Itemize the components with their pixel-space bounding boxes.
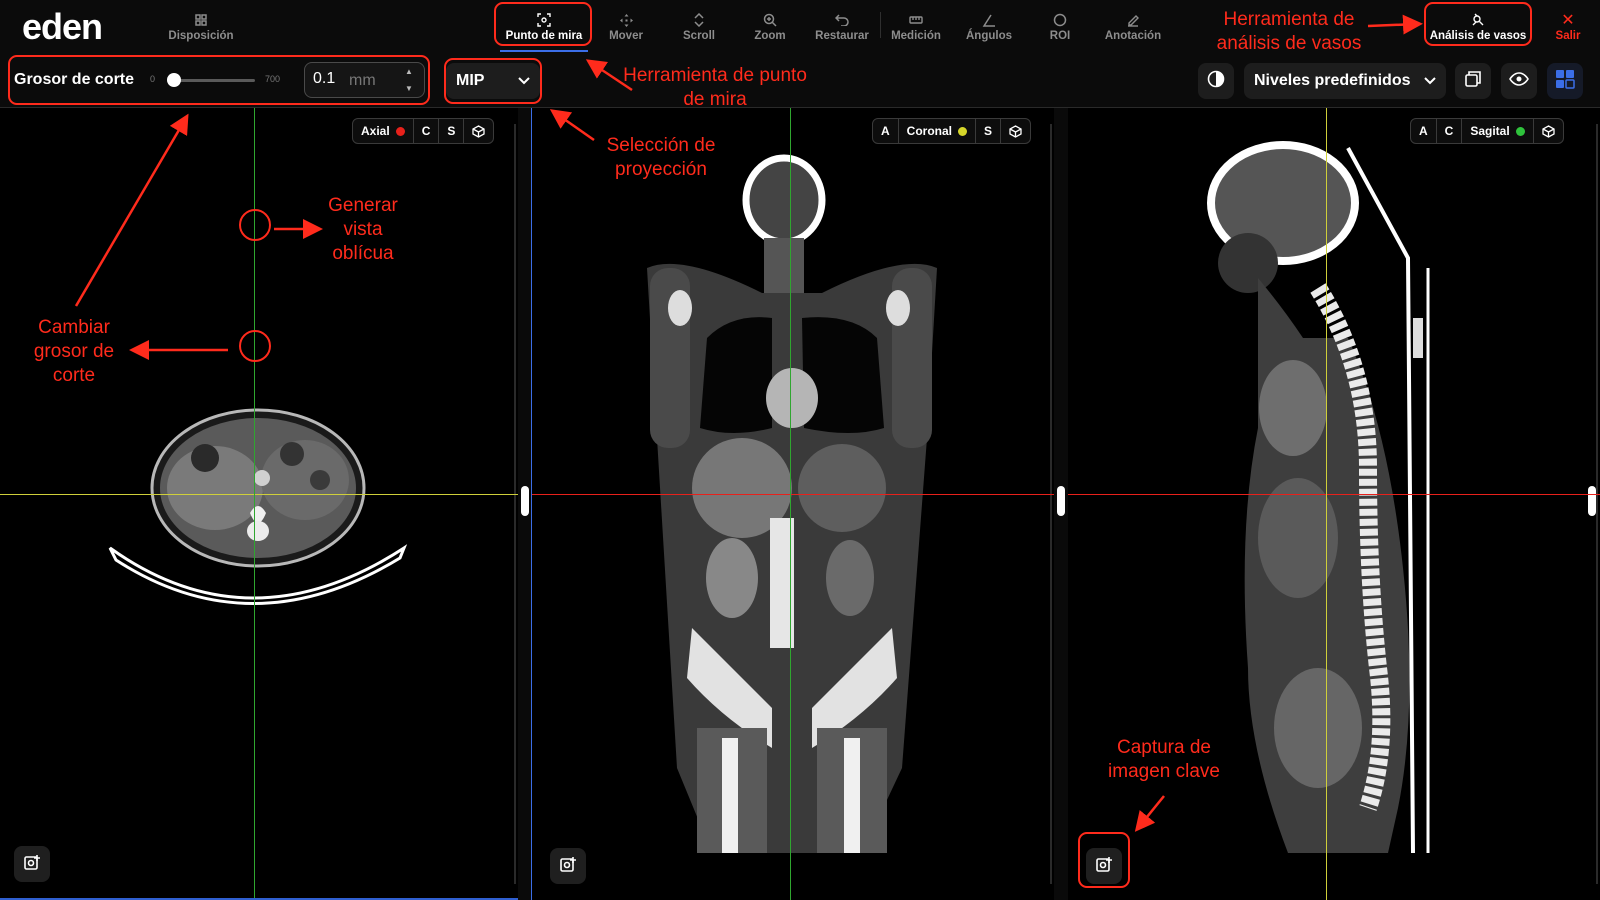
thickness-handle[interactable]: [239, 330, 271, 362]
vessel-tool-annotation: Herramienta de análisis de vasos: [1216, 9, 1362, 54]
circle-roi-icon: [1053, 10, 1067, 30]
sagittal-switch[interactable]: S: [976, 119, 1002, 143]
3d-cube-icon[interactable]: [464, 119, 493, 143]
ruler-icon: [909, 10, 923, 30]
projection-select-annotation: Selección de proyección: [606, 135, 716, 180]
presets-value: Niveles predefinidos: [1254, 72, 1411, 89]
roi-label: ROI: [1049, 30, 1071, 42]
projection-select-highlight: [444, 58, 542, 104]
visibility-toggle-button[interactable]: [1501, 63, 1537, 99]
grid-icon: [195, 10, 207, 30]
thickness-control-highlight: [8, 55, 430, 105]
coronal-viewport[interactable]: A Coronal S: [532, 108, 1054, 900]
axial-label[interactable]: Axial: [353, 119, 414, 143]
key-image-annotation: Captura de imagen clave: [1108, 737, 1220, 782]
coronal-label[interactable]: Coronal: [899, 119, 977, 143]
measure-tool-button[interactable]: Medición: [888, 4, 944, 50]
axial-horizontal-crosshair[interactable]: [0, 494, 518, 495]
scroll-label: Scroll: [683, 30, 715, 42]
sagittal-orientation-labels: A C Sagital: [1410, 118, 1564, 144]
angles-tool-button[interactable]: Ángulos: [964, 4, 1014, 50]
key-image-highlight: [1078, 832, 1130, 888]
oblique-view-annotation: Generar vista oblícua: [328, 195, 398, 264]
pencil-icon: [1126, 10, 1140, 30]
sagittal-vertical-crosshair[interactable]: [1326, 108, 1327, 900]
window-presets-select[interactable]: Niveles predefinidos: [1244, 63, 1446, 99]
scroll-tool-button[interactable]: Scroll: [676, 4, 722, 50]
axial-switch[interactable]: A: [873, 119, 899, 143]
change-thickness-annotation: Cambiar grosor de corte: [33, 317, 115, 386]
divider-handle[interactable]: [1057, 486, 1065, 516]
roi-tool-button[interactable]: ROI: [1048, 4, 1072, 50]
angles-label: Ángulos: [966, 30, 1012, 42]
exit-button[interactable]: ✕ Salir: [1552, 4, 1584, 50]
layout-grid-button[interactable]: [1547, 63, 1583, 99]
measure-label: Medición: [891, 30, 941, 42]
3d-cube-icon[interactable]: [1001, 119, 1030, 143]
coronal-switch[interactable]: C: [1437, 119, 1463, 143]
layout-label: Disposición: [168, 30, 234, 42]
move-icon: [619, 10, 633, 30]
annotation-label: Anotación: [1104, 30, 1162, 42]
zoom-tool-button[interactable]: Zoom: [748, 4, 792, 50]
angle-icon: [982, 10, 996, 30]
divider-handle[interactable]: [521, 486, 529, 516]
zoom-label: Zoom: [754, 30, 786, 42]
layout-button[interactable]: Disposición: [164, 4, 238, 50]
axial-switch[interactable]: A: [1411, 119, 1437, 143]
viewport-divider-1[interactable]: [518, 108, 532, 900]
contrast-icon: [1207, 70, 1225, 93]
copy-icon: [1464, 70, 1482, 93]
axial-scrollbar[interactable]: [514, 124, 516, 884]
move-tool-button[interactable]: Mover: [602, 4, 650, 50]
scroll-icon: [694, 10, 704, 30]
crosshair-tool-highlight: [494, 2, 592, 46]
copy-view-button[interactable]: [1455, 63, 1491, 99]
zoom-icon: [763, 10, 777, 30]
reset-tool-button[interactable]: Restaurar: [812, 4, 872, 50]
undo-icon: [835, 10, 849, 30]
coronal-switch[interactable]: C: [414, 119, 440, 143]
coronal-key-image-button[interactable]: [550, 848, 586, 884]
app-logo: eden: [22, 6, 103, 47]
coronal-vertical-crosshair[interactable]: [790, 108, 791, 900]
axial-viewport[interactable]: Axial C S: [0, 108, 518, 900]
coronal-scrollbar[interactable]: [1050, 124, 1052, 884]
coronal-horizontal-crosshair[interactable]: [532, 494, 1054, 495]
crosshair-tool-annotation: Herramienta de punto de mira: [623, 65, 807, 110]
viewport-divider-2[interactable]: [1054, 108, 1068, 900]
contrast-toggle-button[interactable]: [1198, 63, 1234, 99]
right-edge-handle[interactable]: [1588, 486, 1596, 516]
vessel-tool-highlight: [1424, 2, 1532, 46]
sagittal-label[interactable]: Sagital: [1462, 119, 1534, 143]
eye-icon: [1509, 71, 1529, 91]
layout-grid-icon: [1555, 69, 1575, 94]
toolbar-separator: [880, 12, 881, 38]
reset-label: Restaurar: [815, 30, 869, 42]
axial-orientation-labels: Axial C S: [352, 118, 495, 144]
camera-icon: [23, 853, 41, 876]
sagittal-dot: [1515, 126, 1525, 136]
coronal-ct-image: [647, 154, 937, 854]
camera-icon: [559, 855, 577, 878]
sagittal-switch[interactable]: S: [439, 119, 465, 143]
exit-label: Salir: [1555, 30, 1581, 42]
chevron-down-icon: [1424, 72, 1436, 90]
3d-cube-icon[interactable]: [1534, 119, 1563, 143]
coronal-orientation-labels: A Coronal S: [872, 118, 1032, 144]
axial-key-image-button[interactable]: [14, 846, 50, 882]
sagittal-scrollbar[interactable]: [1596, 124, 1598, 884]
annotation-tool-button[interactable]: Anotación: [1100, 4, 1166, 50]
move-label: Mover: [609, 30, 643, 42]
oblique-rotation-handle[interactable]: [239, 209, 271, 241]
sagittal-horizontal-crosshair[interactable]: [1068, 494, 1600, 495]
axial-dot: [395, 126, 405, 136]
coronal-dot: [958, 126, 968, 136]
close-icon: ✕: [1561, 12, 1575, 29]
